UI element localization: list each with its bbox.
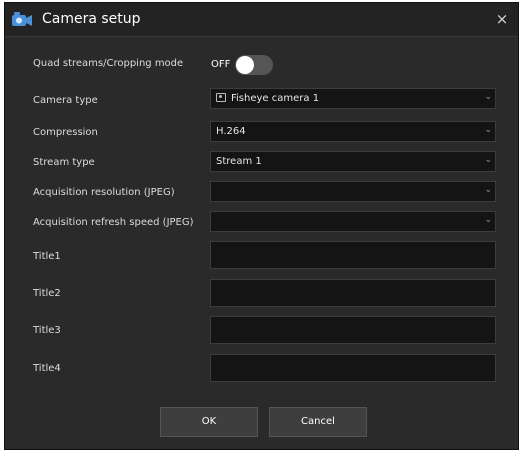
camera-type-value-wrap: Fisheye camera 1: [216, 93, 319, 104]
title4-label: Title4: [33, 363, 61, 374]
chevron-down-icon: ⌄: [484, 185, 492, 195]
camera-icon: [216, 93, 226, 102]
ok-button[interactable]: OK: [160, 407, 258, 437]
chevron-down-icon: ⌄: [484, 92, 492, 102]
title3-label: Title3: [33, 325, 61, 336]
camera-type-label: Camera type: [33, 95, 98, 106]
close-icon[interactable]: ×: [494, 11, 510, 27]
camera-setup-dialog: Camera setup × Quad streams/Cropping mod…: [4, 2, 519, 450]
compression-value: H.264: [216, 126, 246, 137]
cancel-button[interactable]: Cancel: [269, 407, 367, 437]
acquisition-resolution-label: Acquisition resolution (JPEG): [33, 187, 175, 198]
acquisition-refresh-select[interactable]: ⌄: [210, 211, 496, 232]
title-bar: Camera setup ×: [5, 3, 518, 37]
stream-type-select[interactable]: Stream 1 ⌄: [210, 151, 496, 172]
title2-label: Title2: [33, 288, 61, 299]
title3-input[interactable]: [210, 316, 496, 344]
stream-type-value: Stream 1: [216, 156, 262, 167]
title1-input[interactable]: [210, 241, 496, 269]
acquisition-resolution-select[interactable]: ⌄: [210, 181, 496, 202]
toggle-state-text: OFF: [211, 59, 231, 70]
quad-streams-label: Quad streams/Cropping mode: [33, 58, 184, 69]
chevron-down-icon: ⌄: [484, 215, 492, 225]
camera-app-icon: [11, 10, 33, 28]
toggle-knob: [236, 56, 254, 74]
stream-type-label: Stream type: [33, 157, 95, 168]
title1-label: Title1: [33, 251, 61, 262]
camera-type-select[interactable]: Fisheye camera 1 ⌄: [210, 88, 496, 109]
compression-select[interactable]: H.264 ⌄: [210, 121, 496, 142]
chevron-down-icon: ⌄: [484, 125, 492, 135]
compression-label: Compression: [33, 127, 98, 138]
title4-input[interactable]: [210, 354, 496, 382]
camera-type-value: Fisheye camera 1: [231, 93, 320, 104]
chevron-down-icon: ⌄: [484, 155, 492, 165]
title2-input[interactable]: [210, 279, 496, 307]
quad-streams-toggle[interactable]: [235, 55, 273, 75]
dialog-title: Camera setup: [42, 11, 141, 27]
acquisition-refresh-label: Acquisition refresh speed (JPEG): [33, 217, 194, 228]
